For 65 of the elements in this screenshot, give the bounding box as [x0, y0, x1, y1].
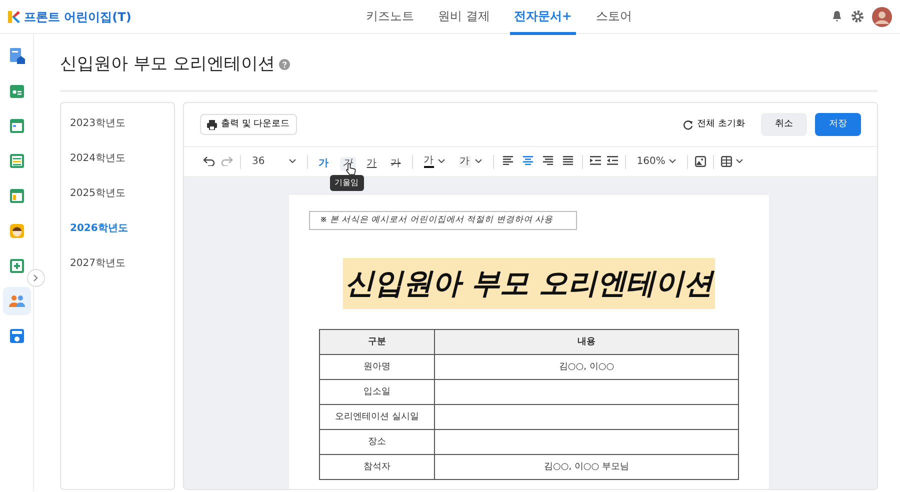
- cancel-button[interactable]: 취소: [761, 112, 807, 136]
- highlight-button[interactable]: 가: [456, 154, 485, 170]
- year-item[interactable]: 2025학년도: [61, 179, 134, 208]
- list-icon: [8, 152, 26, 170]
- nav-tab[interactable]: 전자문서+: [510, 0, 576, 34]
- child-face-icon: [8, 222, 26, 240]
- outdent-icon: [606, 156, 618, 166]
- year-item[interactable]: 2027학년도: [61, 249, 134, 278]
- medical-plus-icon: [8, 257, 26, 275]
- expand-button[interactable]: [27, 269, 45, 287]
- row-label: 참석자: [320, 454, 434, 480]
- nav-tab[interactable]: 스토어: [592, 0, 636, 34]
- line-height-select[interactable]: 160%: [634, 154, 680, 168]
- underline-button[interactable]: 가: [364, 156, 380, 170]
- redo-icon: [221, 156, 233, 166]
- indent-icon: [590, 156, 601, 166]
- row-label: 오리엔테이션 실시일: [320, 404, 434, 430]
- row-label: 입소일: [320, 380, 434, 405]
- chevron-down-icon: [438, 159, 445, 164]
- chevron-down-icon: [736, 159, 744, 164]
- align-right-icon: [542, 156, 553, 166]
- chevron-right-icon: [33, 274, 39, 282]
- year-item[interactable]: 2026학년도: [61, 214, 137, 243]
- chevron-down-icon: [474, 159, 482, 164]
- row-label: 장소: [320, 430, 434, 455]
- refresh-icon: [683, 120, 694, 130]
- tooltip: 기울임: [330, 174, 364, 190]
- image-icon: [695, 156, 706, 167]
- document-heading: 신입원아 부모 오리엔테이션: [342, 258, 716, 310]
- page-title: 신입원아 부모 오리엔테이션: [60, 54, 275, 74]
- avatar-icon[interactable]: [872, 6, 892, 26]
- notice-text: ※ 본 서식은 예시로서 어린이집에서 적절히 변경하여 사용: [309, 211, 577, 230]
- app-name: 프론트 어린이집(T): [24, 8, 132, 26]
- table-cell: 김○○, 이○○ 부모님: [434, 454, 738, 480]
- column-header: 구분: [320, 330, 434, 355]
- calendar-icon: [8, 117, 26, 135]
- printer-icon: [207, 120, 217, 130]
- bold-button[interactable]: 가: [316, 156, 332, 170]
- undo-icon: [203, 156, 215, 166]
- font-color-button[interactable]: 가: [420, 154, 448, 170]
- settings-icon[interactable]: [851, 10, 864, 23]
- print-download-button[interactable]: 출력 및 다운로드: [200, 114, 297, 136]
- row-label: 원아명: [320, 354, 434, 380]
- justify-icon: [562, 156, 573, 166]
- year-item[interactable]: 2023학년도: [61, 109, 134, 138]
- save-button[interactable]: 저장: [815, 112, 861, 136]
- year-item[interactable]: 2024학년도: [61, 144, 134, 173]
- column-header: 내용: [434, 330, 738, 355]
- font-size-select[interactable]: 36: [249, 154, 299, 168]
- align-left-icon: [502, 156, 513, 166]
- help-icon[interactable]: [278, 58, 290, 70]
- table-cell: 김○○, 이○○: [434, 354, 738, 380]
- logo-icon: [8, 10, 20, 24]
- reset-all-button[interactable]: 전체 초기화: [683, 118, 745, 132]
- nav-tab[interactable]: 원비 결제: [434, 0, 494, 34]
- nav-tab[interactable]: 키즈노트: [362, 0, 418, 34]
- document-icon: [8, 47, 26, 65]
- chevron-down-icon: [669, 159, 676, 164]
- bell-icon[interactable]: [831, 10, 843, 23]
- align-center-icon: [522, 156, 533, 166]
- strikethrough-button[interactable]: 가: [388, 156, 404, 170]
- id-card-icon: [8, 82, 26, 100]
- table-icon: [721, 156, 732, 167]
- schedule-icon: [8, 187, 26, 205]
- chevron-down-icon: [288, 159, 296, 164]
